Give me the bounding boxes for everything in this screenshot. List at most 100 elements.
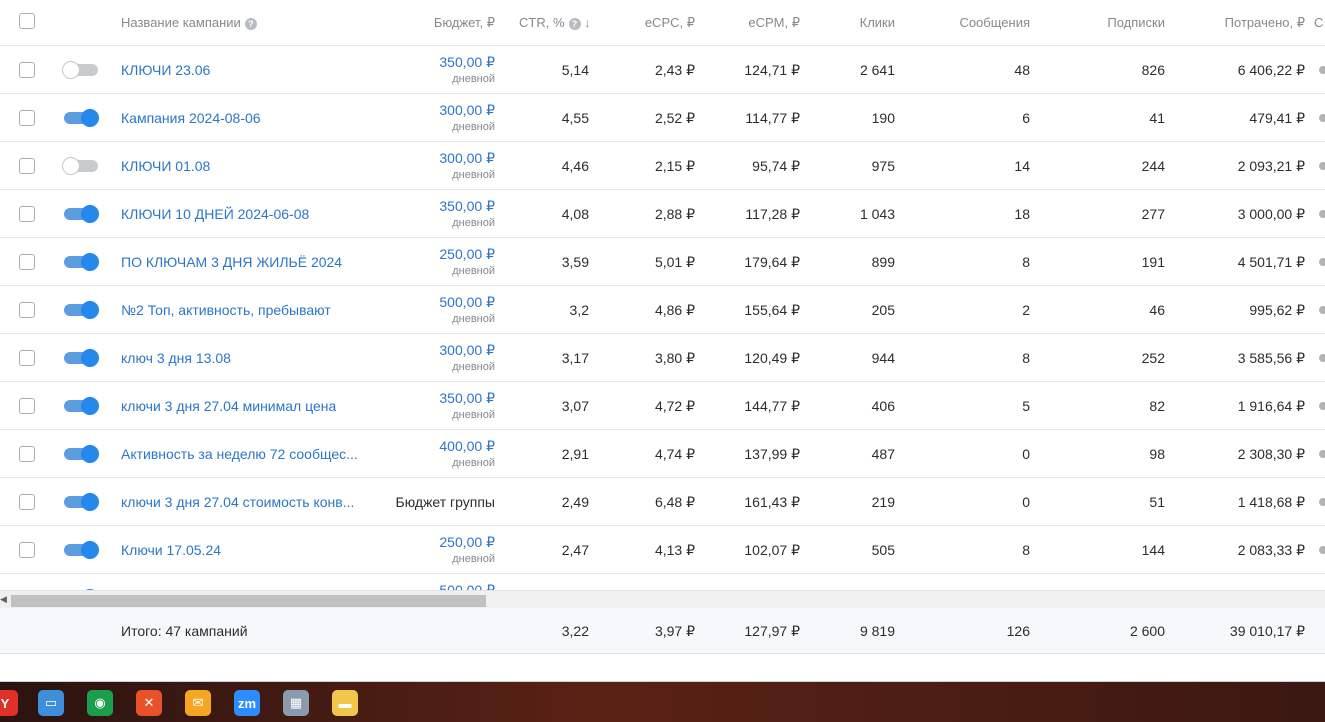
budget-period: дневной xyxy=(452,313,495,325)
table-row: ключи 3 дня 27.04 стоимость конв... Бюдже… xyxy=(0,478,1325,526)
ecpm-value: 137,99 ₽ xyxy=(744,446,800,462)
x-app-icon[interactable]: ✕ xyxy=(136,690,162,716)
campaign-status-toggle[interactable] xyxy=(64,300,99,320)
budget-period: дневной xyxy=(452,553,495,565)
ecpc-value: 6,48 ₽ xyxy=(654,494,695,510)
col-name[interactable]: Название кампании? xyxy=(121,15,257,30)
table-row: ПО КЛЮЧАМ 3 ДНЯ ЖИЛЬЁ 2024 250,00 ₽ дневно… xyxy=(0,238,1325,286)
help-icon[interactable]: ? xyxy=(244,18,257,30)
ctr-value: 3,59 xyxy=(561,254,589,270)
budget-period: дневной xyxy=(452,169,495,181)
total-ecpc: 3,97 ₽ xyxy=(654,623,695,639)
campaign-name-link[interactable]: Активность за неделю 72 сообщес... xyxy=(121,446,358,462)
clicks-value: 899 xyxy=(871,254,895,270)
col-ctr[interactable]: CTR, %? ↓ xyxy=(519,15,591,30)
budget-period: дневной xyxy=(452,121,495,133)
campaign-status-toggle[interactable] xyxy=(64,204,99,224)
budget-amount-link[interactable]: 250,00 ₽ xyxy=(439,533,495,551)
col-subscriptions[interactable]: Подписки xyxy=(1107,15,1165,30)
campaign-name-link[interactable]: ключи 3 дня 27.04 стоимость конв... xyxy=(121,494,354,510)
col-spent[interactable]: Потрачено, ₽ xyxy=(1225,15,1305,31)
budget-amount-link[interactable]: 250,00 ₽ xyxy=(439,245,495,263)
campaigns-table: Название кампании? Бюджет, ₽ CTR, %? ↓ eC… xyxy=(0,0,1325,590)
row-checkbox[interactable] xyxy=(19,446,35,462)
budget-cell: 500,00 ₽ дневной xyxy=(439,293,495,327)
campaign-name-link[interactable]: ключи 3 дня 27.04 минимал цена xyxy=(121,398,336,414)
col-messages[interactable]: Сообщения xyxy=(959,15,1030,30)
budget-amount-link[interactable]: 400,00 ₽ xyxy=(439,437,495,455)
row-checkbox[interactable] xyxy=(19,206,35,222)
col-ecpc[interactable]: eCPC, ₽ xyxy=(645,15,695,31)
row-checkbox[interactable] xyxy=(19,302,35,318)
mail-icon[interactable]: ✉ xyxy=(185,690,211,716)
total-ctr: 3,22 xyxy=(561,623,589,639)
budget-amount-link[interactable]: 300,00 ₽ xyxy=(439,149,495,167)
row-checkbox[interactable] xyxy=(19,350,35,366)
campaign-status-toggle[interactable] xyxy=(64,348,99,368)
scrollbar-thumb[interactable] xyxy=(11,595,486,607)
calculator-icon[interactable]: ▦ xyxy=(283,690,309,716)
budget-amount-link[interactable]: 500,00 ₽ xyxy=(439,581,495,590)
help-icon[interactable]: ? xyxy=(568,18,581,30)
budget-amount-link[interactable]: 300,00 ₽ xyxy=(439,341,495,359)
total-messages: 126 xyxy=(1006,623,1030,639)
campaign-status-toggle[interactable] xyxy=(64,108,99,128)
ecpm-value: 161,43 ₽ xyxy=(744,494,800,510)
col-cut[interactable]: С xyxy=(1314,15,1323,30)
campaign-name-link[interactable]: №2 Топ, активность, пребывают xyxy=(121,302,331,318)
ecpc-value: 4,86 ₽ xyxy=(654,302,695,318)
campaign-status-toggle[interactable] xyxy=(64,540,99,560)
windows-taskbar: Y ▭ ◉ ✕ ✉ zm ▦ ▬ xyxy=(0,682,1325,722)
clicks-value: 487 xyxy=(871,446,895,462)
campaign-status-toggle[interactable] xyxy=(64,396,99,416)
campaign-status-toggle[interactable] xyxy=(64,492,99,512)
row-checkbox[interactable] xyxy=(19,542,35,558)
campaign-name-link[interactable]: Ключи 17.05.24 xyxy=(121,542,221,558)
row-checkbox[interactable] xyxy=(19,494,35,510)
messages-value: 8 xyxy=(1022,254,1030,270)
campaign-status-toggle[interactable] xyxy=(62,156,98,176)
budget-amount-link[interactable]: 500,00 ₽ xyxy=(439,293,495,311)
budget-amount-link[interactable]: 350,00 ₽ xyxy=(439,53,495,71)
row-checkbox[interactable] xyxy=(19,158,35,174)
zoom-icon[interactable]: zm xyxy=(234,690,260,716)
ecpc-value: 2,52 ₽ xyxy=(654,110,695,126)
campaign-name-link[interactable]: ключ 3 дня 13.08 xyxy=(121,350,231,366)
spent-value: 995,62 ₽ xyxy=(1249,302,1305,318)
col-clicks[interactable]: Клики xyxy=(860,15,895,30)
col-ecpm[interactable]: eCPM, ₽ xyxy=(748,15,800,31)
row-checkbox[interactable] xyxy=(19,254,35,270)
campaign-name-link[interactable]: Кампания 2024-08-06 xyxy=(121,110,261,126)
budget-amount-link[interactable]: 300,00 ₽ xyxy=(439,101,495,119)
budget-cell: 400,00 ₽ дневной xyxy=(439,437,495,471)
col-budget[interactable]: Бюджет, ₽ xyxy=(434,15,495,31)
scroll-left-icon[interactable]: ◀ xyxy=(0,594,7,605)
my-computer-icon[interactable]: ▭ xyxy=(38,690,64,716)
yandex-browser-icon[interactable]: Y xyxy=(0,690,18,716)
chrome-icon[interactable]: ◉ xyxy=(87,690,113,716)
campaign-name-link[interactable]: КЛЮЧИ 01.08 xyxy=(121,158,210,174)
campaign-status-toggle[interactable] xyxy=(64,444,99,464)
campaign-name-link[interactable]: КЛЮЧИ 23.06 xyxy=(121,62,210,78)
budget-amount-link[interactable]: 350,00 ₽ xyxy=(439,389,495,407)
row-checkbox[interactable] xyxy=(19,110,35,126)
horizontal-scrollbar[interactable]: ◀ xyxy=(0,590,1325,608)
row-checkbox[interactable] xyxy=(19,398,35,414)
folder-icon[interactable]: ▬ xyxy=(332,690,358,716)
select-all-checkbox[interactable] xyxy=(19,13,35,29)
ecpm-value: 179,64 ₽ xyxy=(744,254,800,270)
row-checkbox[interactable] xyxy=(19,62,35,78)
ctr-value: 3,17 xyxy=(561,350,589,366)
campaign-status-toggle[interactable] xyxy=(64,252,99,272)
campaign-name-link[interactable]: ПО КЛЮЧАМ 3 ДНЯ ЖИЛЬЁ 2024 xyxy=(121,254,342,270)
totals-row: Итого: 47 кампаний 3,22 3,97 ₽ 127,97 ₽ … xyxy=(0,608,1325,654)
budget-amount-link[interactable]: 350,00 ₽ xyxy=(439,197,495,215)
campaign-name-link[interactable]: КЛЮЧИ 10 ДНЕЙ 2024-06-08 xyxy=(121,206,309,222)
sort-down-icon[interactable]: ↓ xyxy=(585,16,591,30)
status-dot-icon xyxy=(1319,498,1325,506)
spent-value: 2 093,21 ₽ xyxy=(1237,158,1305,174)
budget-period: дневной xyxy=(452,457,495,469)
messages-value: 18 xyxy=(1014,206,1030,222)
clicks-value: 505 xyxy=(871,542,895,558)
campaign-status-toggle[interactable] xyxy=(62,60,98,80)
